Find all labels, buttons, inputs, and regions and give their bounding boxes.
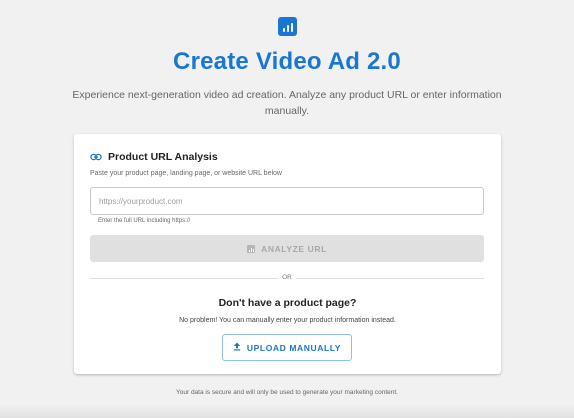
url-input-hint: Enter the full URL including https:// — [98, 218, 191, 224]
upload-manually-label: UPLOAD MANUALLY — [246, 342, 342, 353]
security-footer: Your data is secure and will only be use… — [176, 389, 398, 396]
url-helper-text: Paste your product page, landing page, o… — [90, 170, 282, 177]
or-divider: OR — [90, 274, 484, 281]
url-analysis-header: Product URL Analysis — [90, 151, 218, 163]
bar-chart-icon — [278, 17, 297, 36]
manual-entry-subtitle: No problem! You can manually enter your … — [179, 317, 396, 324]
analytics-icon — [247, 244, 256, 253]
upload-icon — [233, 342, 241, 353]
main-card: Product URL Analysis Paste your product … — [74, 134, 501, 374]
manual-entry-title: Don't have a product page? — [218, 297, 357, 309]
page-title: Create Video Ad 2.0 — [173, 48, 401, 75]
url-analysis-title: Product URL Analysis — [108, 151, 218, 163]
page-subtitle: Experience next-generation video ad crea… — [72, 89, 502, 117]
product-url-input[interactable] — [90, 187, 484, 215]
bottom-edge — [0, 404, 574, 418]
analyze-url-label: ANALYZE URL — [261, 243, 327, 254]
or-label: OR — [282, 274, 292, 281]
analyze-url-button[interactable]: ANALYZE URL — [90, 235, 484, 262]
link-icon — [90, 153, 102, 161]
upload-manually-button[interactable]: UPLOAD MANUALLY — [222, 334, 352, 361]
